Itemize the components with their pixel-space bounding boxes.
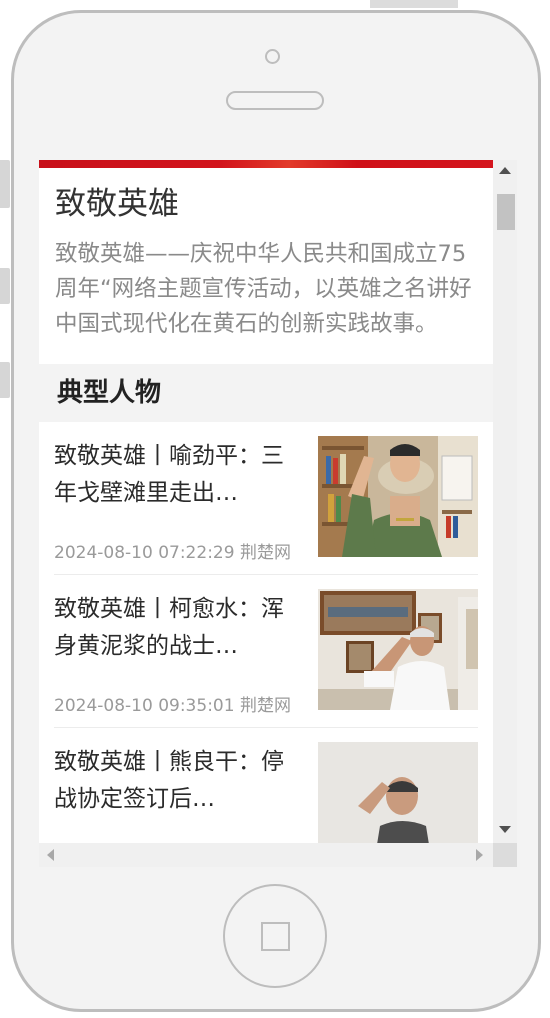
article-date: 2024-08-10 09:35:01	[54, 696, 235, 717]
article-source: 荆楚网	[239, 696, 291, 717]
scrollbar-corner	[493, 843, 517, 867]
list-item[interactable]: 致敬英雄丨喻劲平：三年戈壁滩里走出… 2024-08-10 07:22:29 荆…	[54, 422, 478, 576]
home-button[interactable]	[223, 884, 327, 988]
list-item[interactable]: 致敬英雄丨柯愈水：浑身黄泥浆的战士… 2024-08-10 09:35:01 荆…	[54, 575, 478, 729]
article-thumbnail[interactable]	[318, 436, 478, 558]
scrollbar-thumb[interactable]	[497, 194, 515, 230]
header-accent-bar	[39, 160, 493, 168]
article-thumbnail[interactable]	[318, 742, 478, 843]
article-list: 致敬英雄丨喻劲平：三年戈壁滩里走出… 2024-08-10 07:22:29 荆…	[39, 422, 493, 843]
photo-saluting-soldier-icon	[318, 436, 478, 558]
article-meta: 2024-08-10 09:35:01 荆楚网	[54, 691, 291, 716]
speaker-grille	[226, 91, 324, 110]
phone-screen: 致敬英雄 致敬英雄——庆祝中华人民共和国成立75周年“网络主题宣传活动，以英雄之…	[39, 160, 517, 867]
article-thumbnail[interactable]	[318, 589, 478, 711]
home-square-icon	[261, 922, 290, 951]
scroll-left-arrow-icon[interactable]	[47, 849, 54, 861]
photo-saluting-veteran-icon	[318, 589, 478, 711]
side-button-volume-up	[0, 268, 10, 304]
top-edge-tab	[370, 0, 458, 8]
horizontal-scrollbar[interactable]	[39, 843, 493, 867]
vertical-scrollbar[interactable]	[494, 160, 517, 843]
camera-icon	[265, 49, 280, 64]
side-button-mute	[0, 160, 10, 208]
topic-intro: 致敬英雄 致敬英雄——庆祝中华人民共和国成立75周年“网络主题宣传活动，以英雄之…	[39, 168, 493, 365]
scroll-right-arrow-icon[interactable]	[476, 849, 483, 861]
scroll-down-arrow-icon[interactable]	[499, 826, 511, 833]
photo-saluting-man-icon	[318, 742, 478, 843]
topic-description: 致敬英雄——庆祝中华人民共和国成立75周年“网络主题宣传活动，以英雄之名讲好中国…	[55, 241, 472, 338]
article-date: 2024-08-10 07:22:29	[54, 543, 235, 564]
topic-title: 致敬英雄	[55, 186, 179, 222]
article-title[interactable]: 致敬英雄丨熊良干：停战协定签订后…	[54, 744, 284, 818]
article-meta: 2024-08-10 07:22:29 荆楚网	[54, 538, 291, 563]
side-button-volume-down	[0, 362, 10, 398]
article-title[interactable]: 致敬英雄丨喻劲平：三年戈壁滩里走出…	[54, 438, 284, 512]
list-item[interactable]: 致敬英雄丨熊良干：停战协定签订后…	[54, 728, 478, 843]
scroll-up-arrow-icon[interactable]	[499, 167, 511, 174]
scroll-content[interactable]: 致敬英雄 致敬英雄——庆祝中华人民共和国成立75周年“网络主题宣传活动，以英雄之…	[39, 168, 493, 843]
article-title[interactable]: 致敬英雄丨柯愈水：浑身黄泥浆的战士…	[54, 591, 284, 665]
section-title: 典型人物	[39, 364, 493, 423]
article-source: 荆楚网	[239, 543, 291, 564]
